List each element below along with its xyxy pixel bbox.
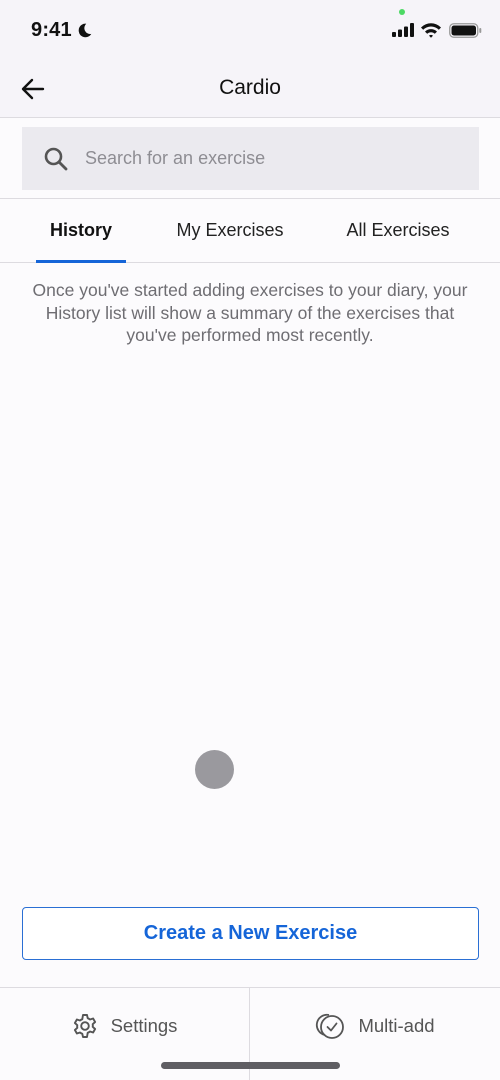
signal-icon <box>392 23 414 37</box>
battery-icon <box>449 23 482 38</box>
privacy-indicator-dot <box>399 9 405 15</box>
empty-state-message: Once you've started adding exercises to … <box>32 280 468 345</box>
search-box[interactable] <box>22 127 479 190</box>
page-title: Cardio <box>219 76 281 99</box>
status-time: 9:41 <box>31 19 72 41</box>
active-tab-indicator <box>36 260 126 263</box>
multi-add-label: Multi-add <box>358 1014 435 1036</box>
home-indicator[interactable] <box>161 1062 340 1069</box>
create-new-exercise-label: Create a New Exercise <box>143 922 358 944</box>
tab-my-exercises[interactable]: My Exercises <box>160 199 300 262</box>
create-new-exercise-button[interactable]: Create a New Exercise <box>22 907 479 960</box>
tab-all-exercises-label: All Exercises <box>346 220 450 240</box>
settings-label: Settings <box>110 1014 178 1036</box>
multi-add-button[interactable]: Multi-add <box>250 988 500 1063</box>
status-bar: 9:41 <box>0 0 500 62</box>
wifi-icon <box>421 23 441 38</box>
tab-history[interactable]: History <box>36 199 126 263</box>
navigation-bar: Cardio <box>0 62 500 118</box>
multi-check-icon <box>316 1013 345 1039</box>
search-input[interactable] <box>85 148 455 169</box>
touch-indicator <box>195 750 234 789</box>
tab-all-exercises[interactable]: All Exercises <box>330 199 466 262</box>
moon-icon <box>78 23 92 38</box>
settings-button[interactable]: Settings <box>0 988 249 1063</box>
tab-my-exercises-label: My Exercises <box>176 220 284 240</box>
gear-icon <box>73 1013 96 1038</box>
tab-bar: History My Exercises All Exercises <box>0 199 500 263</box>
tab-history-label: History <box>49 220 112 240</box>
search-icon <box>44 147 68 170</box>
search-section <box>0 118 500 199</box>
